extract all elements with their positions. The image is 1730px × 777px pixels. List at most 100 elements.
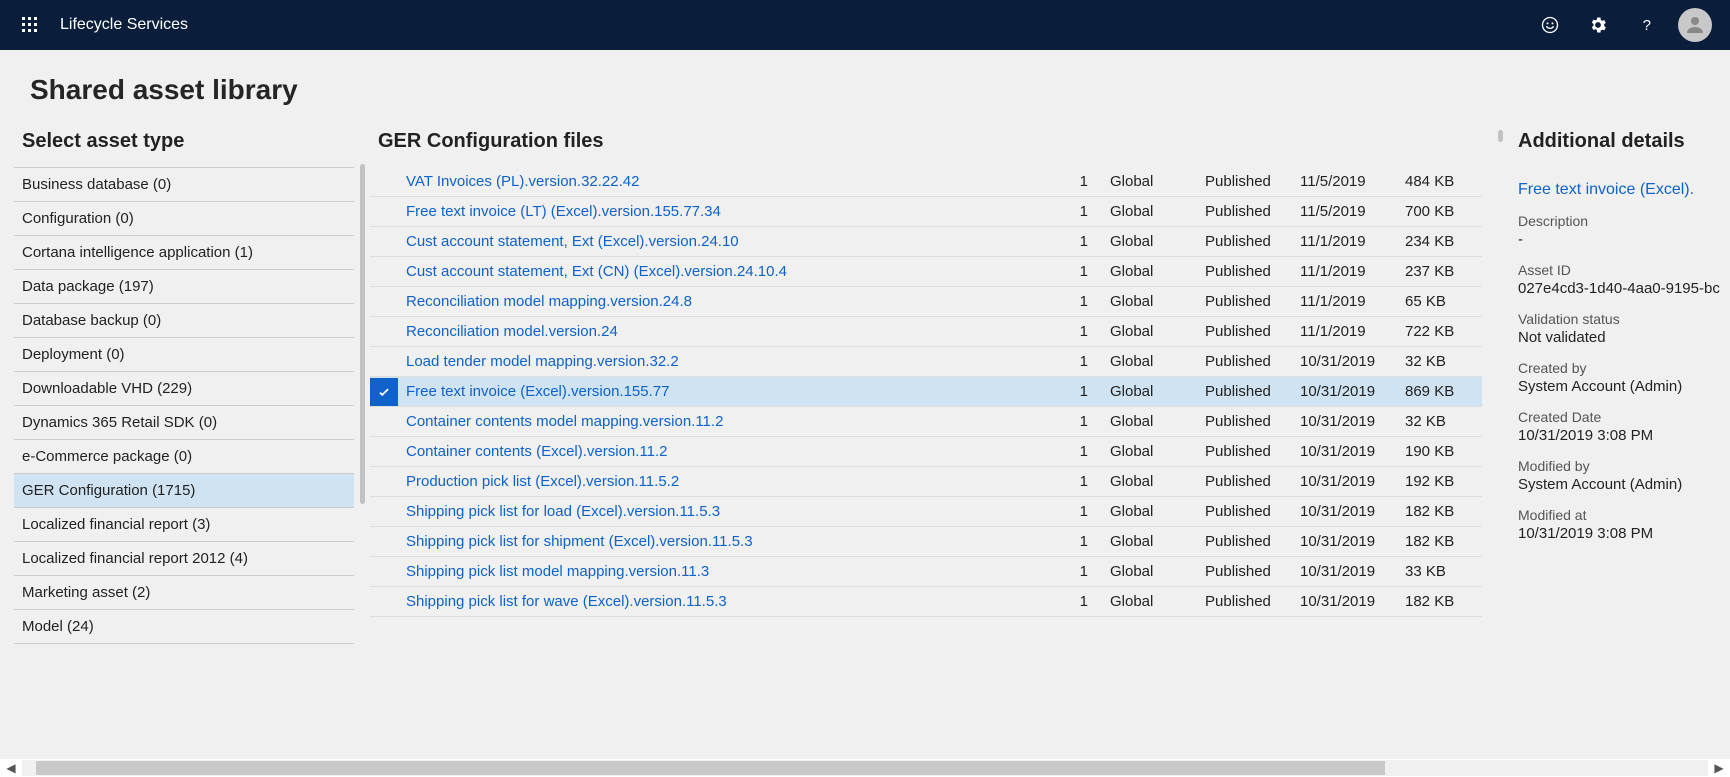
horizontal-scrollbar[interactable]: ◀ ▶ [0, 759, 1730, 777]
details-asset-name[interactable]: Free text invoice (Excel). [1518, 181, 1722, 199]
file-row[interactable]: Reconciliation model mapping.version.24.… [370, 287, 1482, 317]
file-scope: Global [1102, 347, 1197, 377]
row-select-cell[interactable] [370, 347, 398, 377]
file-link[interactable]: Cust account statement, Ext (Excel).vers… [406, 233, 739, 250]
file-size: 237 KB [1397, 257, 1482, 287]
file-link[interactable]: Shipping pick list for shipment (Excel).… [406, 533, 753, 550]
file-scope: Global [1102, 257, 1197, 287]
scroll-right-icon[interactable]: ▶ [1708, 761, 1730, 775]
file-row[interactable]: Container contents model mapping.version… [370, 407, 1482, 437]
file-link[interactable]: Cust account statement, Ext (CN) (Excel)… [406, 263, 787, 280]
feedback-icon[interactable] [1526, 15, 1574, 35]
file-row[interactable]: Cust account statement, Ext (CN) (Excel)… [370, 257, 1482, 287]
file-scope: Global [1102, 587, 1197, 617]
file-row[interactable]: Free text invoice (Excel).version.155.77… [370, 377, 1482, 407]
asset-type-item[interactable]: Cortana intelligence application (1) [14, 236, 354, 270]
asset-type-item[interactable]: Downloadable VHD (229) [14, 372, 354, 406]
row-select-cell[interactable] [370, 287, 398, 317]
row-select-cell[interactable] [370, 317, 398, 347]
asset-type-item[interactable]: Localized financial report (3) [14, 508, 354, 542]
file-row[interactable]: Container contents (Excel).version.11.21… [370, 437, 1482, 467]
file-link[interactable]: Shipping pick list for wave (Excel).vers… [406, 593, 727, 610]
file-name-cell: Cust account statement, Ext (Excel).vers… [398, 227, 1062, 257]
file-size: 869 KB [1397, 377, 1482, 407]
row-select-cell[interactable] [370, 407, 398, 437]
asset-type-item[interactable]: Dynamics 365 Retail SDK (0) [14, 406, 354, 440]
file-link[interactable]: Shipping pick list for load (Excel).vers… [406, 503, 720, 520]
asset-type-item[interactable]: Business database (0) [14, 168, 354, 202]
asset-type-list[interactable]: Business database (0)Configuration (0)Co… [14, 167, 354, 777]
file-date: 10/31/2019 [1292, 587, 1397, 617]
file-link[interactable]: Container contents model mapping.version… [406, 413, 723, 430]
row-select-cell[interactable] [370, 497, 398, 527]
asset-type-item[interactable]: e-Commerce package (0) [14, 440, 354, 474]
asset-type-item[interactable]: Model (24) [14, 610, 354, 644]
file-row[interactable]: VAT Invoices (PL).version.32.22.421Globa… [370, 167, 1482, 197]
help-icon[interactable]: ? [1622, 15, 1670, 35]
file-link[interactable]: Reconciliation model mapping.version.24.… [406, 293, 692, 310]
file-link[interactable]: Production pick list (Excel).version.11.… [406, 473, 679, 490]
details-panel: Additional details Free text invoice (Ex… [1510, 124, 1730, 777]
description-label: Description [1518, 213, 1722, 229]
file-row[interactable]: Shipping pick list model mapping.version… [370, 557, 1482, 587]
file-status: Published [1197, 257, 1292, 287]
file-link[interactable]: Shipping pick list model mapping.version… [406, 563, 709, 580]
files-table: VAT Invoices (PL).version.32.22.421Globa… [370, 167, 1482, 617]
file-name-cell: Cust account statement, Ext (CN) (Excel)… [398, 257, 1062, 287]
asset-type-item[interactable]: Localized financial report 2012 (4) [14, 542, 354, 576]
row-select-cell[interactable] [370, 197, 398, 227]
row-select-cell[interactable] [370, 557, 398, 587]
row-select-cell[interactable] [370, 377, 398, 407]
row-select-cell[interactable] [370, 167, 398, 197]
file-row[interactable]: Shipping pick list for load (Excel).vers… [370, 497, 1482, 527]
asset-type-item[interactable]: Marketing asset (2) [14, 576, 354, 610]
file-row[interactable]: Shipping pick list for wave (Excel).vers… [370, 587, 1482, 617]
modified-at-value: 10/31/2019 3:08 PM [1518, 525, 1722, 542]
user-avatar[interactable] [1678, 8, 1712, 42]
file-count: 1 [1062, 197, 1102, 227]
file-scope: Global [1102, 197, 1197, 227]
file-link[interactable]: Container contents (Excel).version.11.2 [406, 443, 668, 460]
row-select-cell[interactable] [370, 587, 398, 617]
asset-type-item[interactable]: Configuration (0) [14, 202, 354, 236]
row-select-cell[interactable] [370, 227, 398, 257]
file-link[interactable]: VAT Invoices (PL).version.32.22.42 [406, 173, 639, 190]
asset-id-value: 027e4cd3-1d40-4aa0-9195-bc [1518, 280, 1722, 297]
details-created-by: Created by System Account (Admin) [1518, 360, 1722, 395]
file-link[interactable]: Reconciliation model.version.24 [406, 323, 618, 340]
row-select-cell[interactable] [370, 437, 398, 467]
file-row[interactable]: Cust account statement, Ext (Excel).vers… [370, 227, 1482, 257]
file-row[interactable]: Free text invoice (LT) (Excel).version.1… [370, 197, 1482, 227]
modified-by-value: System Account (Admin) [1518, 476, 1722, 493]
file-date: 11/5/2019 [1292, 167, 1397, 197]
file-size: 182 KB [1397, 497, 1482, 527]
file-row[interactable]: Load tender model mapping.version.32.2 1G… [370, 347, 1482, 377]
file-link[interactable]: Free text invoice (Excel).version.155.77 [406, 383, 669, 400]
details-asset-id: Asset ID 027e4cd3-1d40-4aa0-9195-bc [1518, 262, 1722, 297]
file-row[interactable]: Shipping pick list for shipment (Excel).… [370, 527, 1482, 557]
row-select-cell[interactable] [370, 257, 398, 287]
asset-type-item[interactable]: Database backup (0) [14, 304, 354, 338]
row-select-cell[interactable] [370, 527, 398, 557]
file-size: 234 KB [1397, 227, 1482, 257]
scroll-track[interactable] [22, 760, 1708, 776]
file-scope: Global [1102, 557, 1197, 587]
asset-type-item[interactable]: Deployment (0) [14, 338, 354, 372]
file-row[interactable]: Reconciliation model.version.241GlobalPu… [370, 317, 1482, 347]
file-link[interactable]: Load tender model mapping.version.32.2 [406, 353, 679, 370]
file-link[interactable]: Free text invoice (LT) (Excel).version.1… [406, 203, 721, 220]
settings-icon[interactable] [1574, 15, 1622, 35]
file-name-cell: Container contents (Excel).version.11.2 [398, 437, 1062, 467]
asset-type-item[interactable]: Data package (197) [14, 270, 354, 304]
details-divider[interactable] [1490, 124, 1510, 777]
file-status: Published [1197, 287, 1292, 317]
file-row[interactable]: Production pick list (Excel).version.11.… [370, 467, 1482, 497]
file-count: 1 [1062, 347, 1102, 377]
app-launcher-icon[interactable] [10, 17, 50, 33]
files-table-wrap[interactable]: VAT Invoices (PL).version.32.22.421Globa… [370, 167, 1482, 777]
panel-divider[interactable] [354, 124, 370, 777]
asset-type-item[interactable]: GER Configuration (1715) [14, 474, 354, 508]
scroll-left-icon[interactable]: ◀ [0, 761, 22, 775]
scroll-thumb[interactable] [36, 761, 1385, 775]
row-select-cell[interactable] [370, 467, 398, 497]
